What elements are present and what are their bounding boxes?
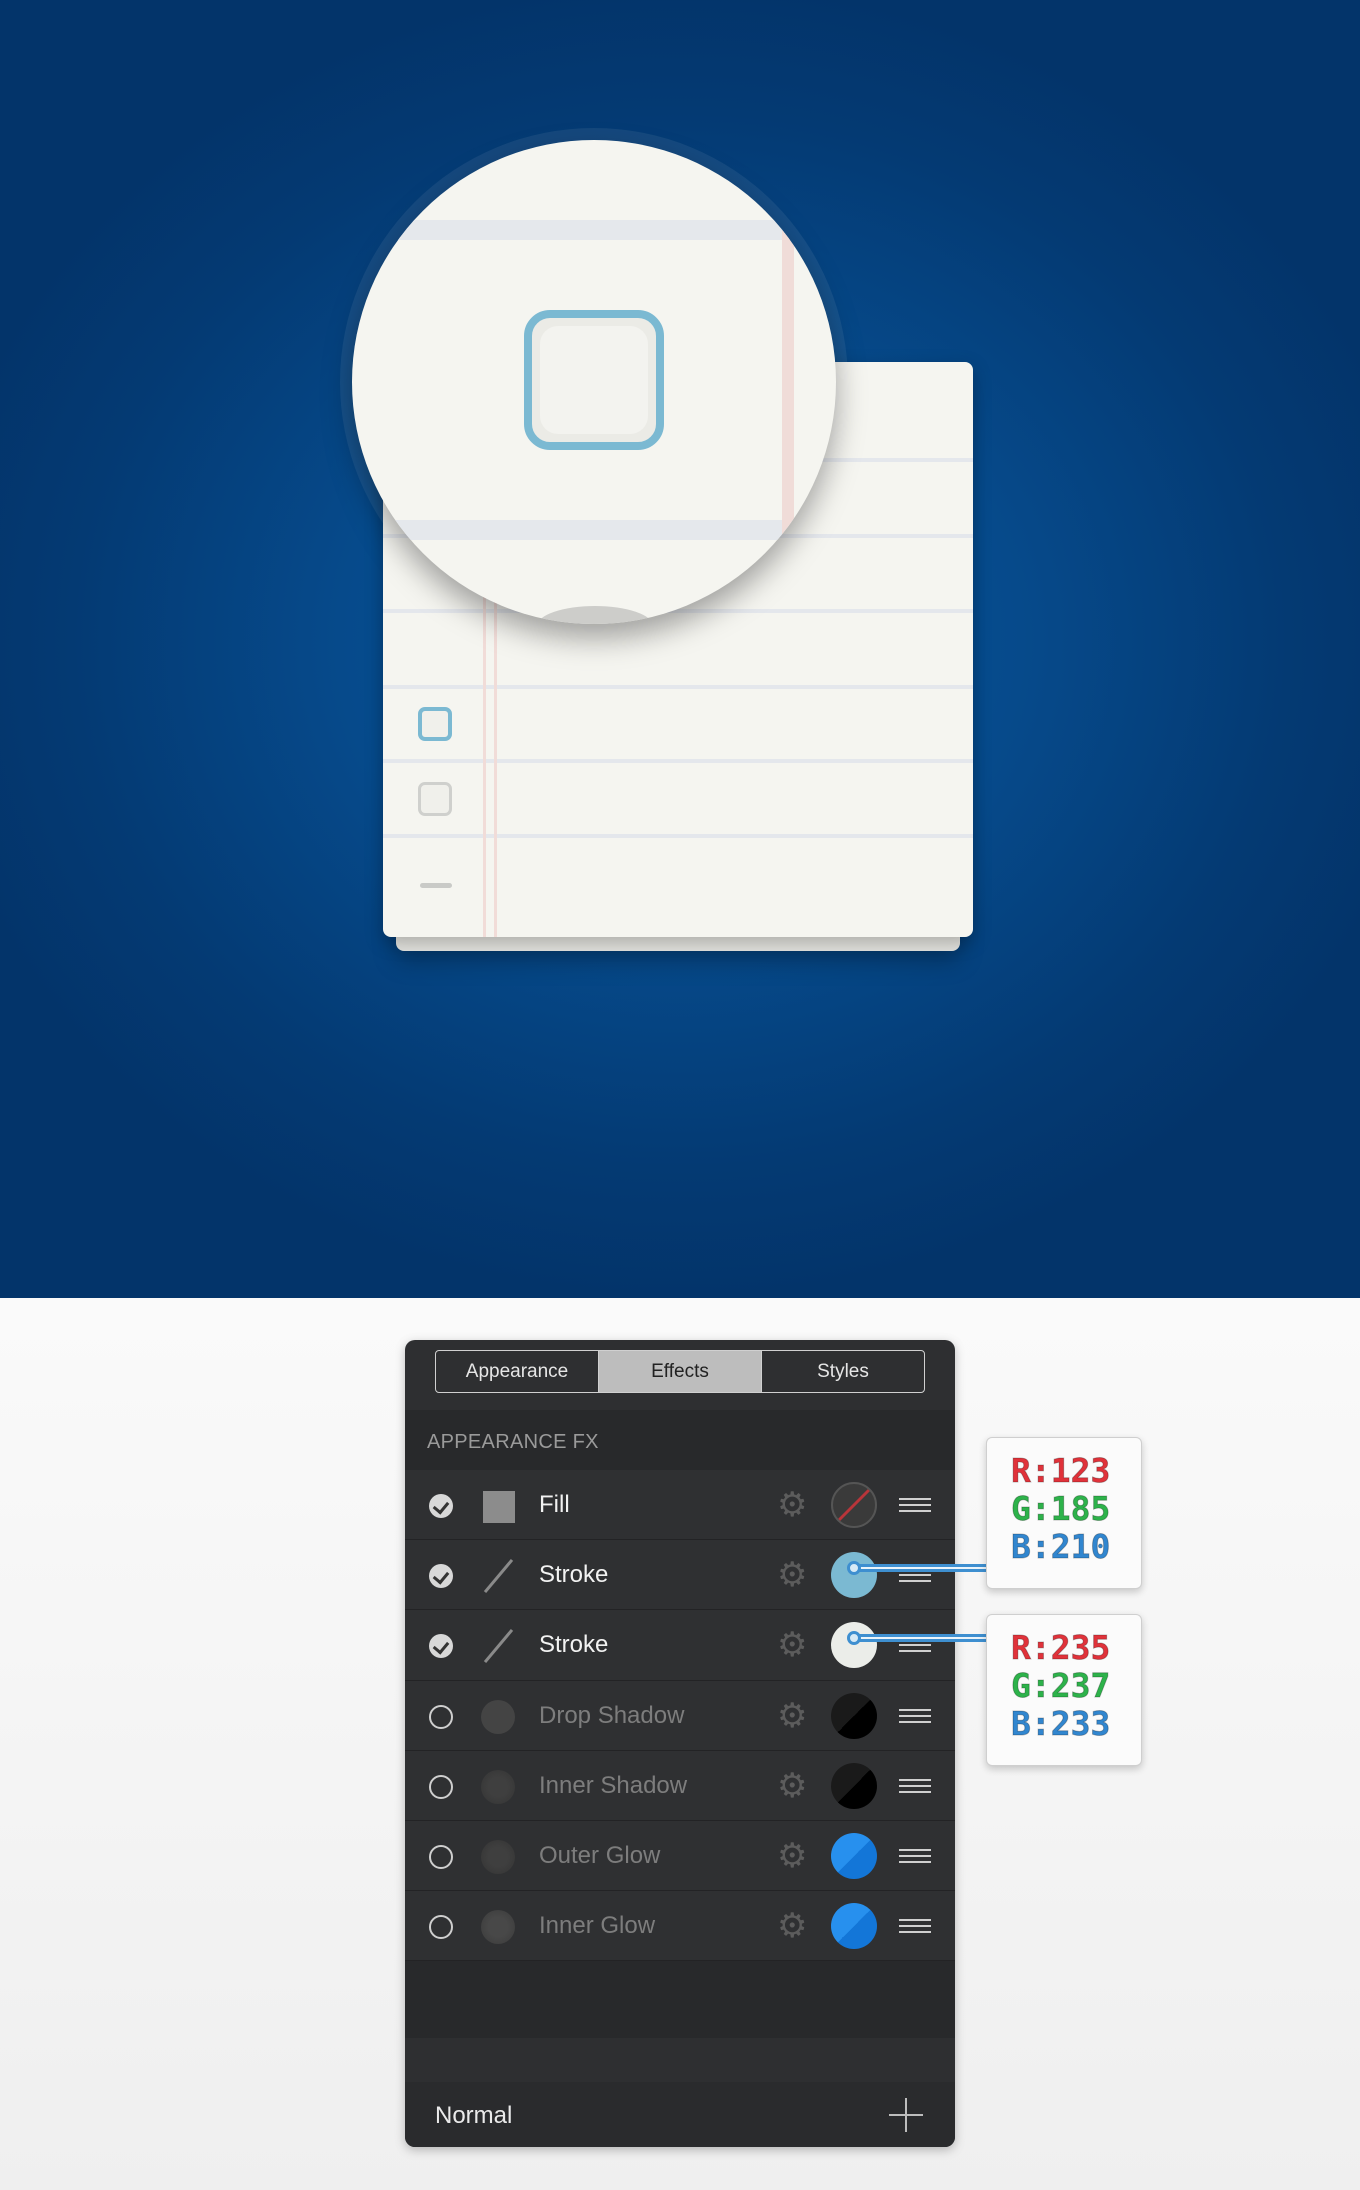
- panel-footer: Normal: [405, 2082, 955, 2147]
- blue-value: B:233: [1011, 1704, 1111, 1743]
- color-swatch[interactable]: [831, 1692, 877, 1739]
- gear-icon[interactable]: ⚙: [777, 1628, 807, 1662]
- stroke-line-icon: [481, 1629, 515, 1663]
- color-swatch[interactable]: [831, 1903, 877, 1950]
- effect-row-outer-glow[interactable]: Outer Glow ⚙: [405, 1820, 955, 1892]
- effects-list: Fill ⚙ Stroke ⚙ Stroke ⚙ Drop Shadow ⚙ I…: [405, 1470, 955, 1962]
- panel-tabs: Appearance Effects Styles: [435, 1350, 925, 1393]
- effect-label: Fill: [539, 1491, 570, 1518]
- effect-label: Stroke: [539, 1631, 609, 1659]
- color-swatch[interactable]: [831, 1552, 877, 1599]
- enabled-checkbox[interactable]: [429, 1844, 453, 1869]
- magnified-checkbox-icon: [524, 310, 664, 450]
- gear-icon[interactable]: ⚙: [777, 1558, 807, 1592]
- reorder-handle-icon[interactable]: [899, 1919, 931, 1934]
- add-effect-plus-icon[interactable]: [889, 2098, 923, 2132]
- effect-row-inner-shadow[interactable]: Inner Shadow ⚙: [405, 1750, 955, 1821]
- effect-label: Stroke: [539, 1561, 609, 1589]
- magnified-rule-line: [352, 520, 836, 540]
- checkbox-icon-blue: [418, 707, 452, 741]
- magnified-rule-line: [352, 220, 836, 240]
- magnified-margin-line: [782, 140, 794, 624]
- appearance-fx-section: APPEARANCE FX Fill ⚙ Stroke ⚙ Stroke ⚙ D…: [405, 1410, 955, 2038]
- reorder-handle-icon[interactable]: [899, 1848, 931, 1863]
- blend-mode-select[interactable]: Normal: [435, 2102, 512, 2130]
- effect-label: Outer Glow: [539, 1841, 661, 1869]
- effect-label: Inner Glow: [539, 1912, 656, 1940]
- reorder-handle-icon[interactable]: [899, 1498, 931, 1512]
- magnified-dash-icon: [537, 606, 653, 624]
- paper-rule-line: [383, 685, 973, 689]
- enabled-checkbox[interactable]: [429, 1915, 453, 1940]
- magnifier-lens: [352, 140, 836, 624]
- fill-square-icon: [483, 1491, 515, 1523]
- red-value: R:123: [1011, 1451, 1111, 1490]
- effect-row-inner-glow[interactable]: Inner Glow ⚙: [405, 1891, 955, 1962]
- checkbox-icon-gray: [418, 782, 452, 816]
- paper-rule-line: [383, 834, 973, 838]
- blue-value: B:210: [1011, 1527, 1111, 1566]
- gear-icon[interactable]: ⚙: [777, 1839, 807, 1873]
- connector-dot: [847, 1631, 861, 1645]
- enabled-checkbox[interactable]: [429, 1704, 453, 1729]
- shadow-dot-icon: [481, 1699, 515, 1734]
- callout-connector: [855, 1564, 987, 1572]
- stroke-line-icon: [481, 1559, 515, 1593]
- enabled-checkbox[interactable]: [429, 1564, 453, 1589]
- paper-rule-line: [383, 759, 973, 763]
- tab-appearance[interactable]: Appearance: [436, 1351, 599, 1392]
- color-swatch[interactable]: [831, 1832, 877, 1879]
- dash-icon: [420, 883, 452, 888]
- color-swatch[interactable]: [831, 1762, 877, 1809]
- tab-effects[interactable]: Effects: [599, 1351, 762, 1392]
- rgb-callout: R:123 G:185 B:210: [986, 1437, 1142, 1589]
- enabled-checkbox[interactable]: [429, 1774, 453, 1799]
- connector-dot: [847, 1561, 861, 1575]
- effect-row-stroke[interactable]: Stroke ⚙: [405, 1610, 955, 1681]
- gear-icon[interactable]: ⚙: [777, 1488, 807, 1522]
- green-value: G:185: [1011, 1489, 1111, 1528]
- rgb-callout: R:235 G:237 B:233: [986, 1614, 1142, 1766]
- effect-label: Drop Shadow: [539, 1701, 685, 1729]
- enabled-checkbox[interactable]: [429, 1494, 453, 1518]
- shadow-dot-icon: [481, 1769, 515, 1804]
- callout-connector: [855, 1634, 987, 1642]
- effect-row-stroke[interactable]: Stroke ⚙: [405, 1540, 955, 1611]
- reorder-handle-icon[interactable]: [899, 1708, 931, 1723]
- glow-dot-icon: [481, 1839, 515, 1874]
- gear-icon[interactable]: ⚙: [777, 1909, 807, 1943]
- illustration-canvas: [0, 0, 1360, 1298]
- effect-row-drop-shadow[interactable]: Drop Shadow ⚙: [405, 1680, 955, 1751]
- no-color-swatch[interactable]: [831, 1482, 877, 1528]
- section-title: APPEARANCE FX: [427, 1431, 599, 1453]
- appearance-panel: Appearance Effects Styles APPEARANCE FX …: [405, 1340, 955, 2147]
- red-value: R:235: [1011, 1628, 1111, 1667]
- effect-row-fill[interactable]: Fill ⚙: [405, 1470, 955, 1541]
- gear-icon[interactable]: ⚙: [777, 1699, 807, 1733]
- tab-styles[interactable]: Styles: [762, 1351, 924, 1392]
- color-swatch[interactable]: [831, 1622, 877, 1669]
- glow-dot-icon: [481, 1910, 515, 1945]
- gear-icon[interactable]: ⚙: [777, 1769, 807, 1803]
- enabled-checkbox[interactable]: [429, 1634, 453, 1659]
- reorder-handle-icon[interactable]: [899, 1778, 931, 1793]
- effect-label: Inner Shadow: [539, 1771, 688, 1799]
- green-value: G:237: [1011, 1666, 1111, 1705]
